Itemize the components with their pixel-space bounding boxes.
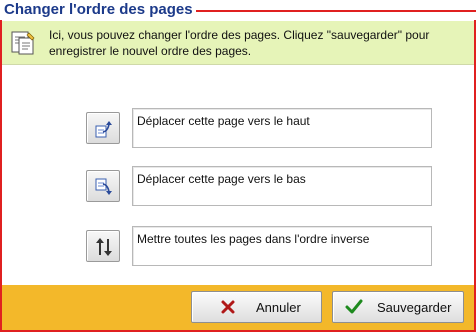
- info-box: Ici, vous pouvez changer l'ordre des pag…: [2, 21, 474, 65]
- title-row: Changer l'ordre des pages: [0, 0, 476, 20]
- footer-bar: Annuler Sauvegarder: [2, 285, 474, 330]
- info-text: Ici, vous pouvez changer l'ordre des pag…: [49, 28, 430, 58]
- move-up-icon: [95, 121, 112, 138]
- page-title: Changer l'ordre des pages: [4, 1, 193, 18]
- move-down-description: Déplacer cette page vers le bas: [132, 166, 432, 206]
- title-divider: [196, 10, 476, 12]
- move-down-icon: [95, 178, 112, 195]
- save-label: Sauvegarder: [377, 300, 452, 315]
- close-icon: [221, 300, 235, 314]
- cancel-button[interactable]: Annuler: [191, 291, 322, 323]
- document-edit-icon: [9, 29, 37, 57]
- checkmark-icon: [345, 299, 363, 314]
- reverse-order-icon: [96, 238, 112, 256]
- save-button[interactable]: Sauvegarder: [332, 291, 464, 323]
- move-up-button[interactable]: [86, 112, 120, 144]
- move-up-description: Déplacer cette page vers le haut: [132, 108, 432, 148]
- reverse-order-button[interactable]: [86, 230, 120, 262]
- move-down-button[interactable]: [86, 170, 120, 202]
- cancel-label: Annuler: [256, 300, 301, 315]
- reverse-order-description: Mettre toutes les pages dans l'ordre inv…: [132, 226, 432, 266]
- actions-panel: Déplacer cette page vers le haut Déplace…: [2, 65, 474, 285]
